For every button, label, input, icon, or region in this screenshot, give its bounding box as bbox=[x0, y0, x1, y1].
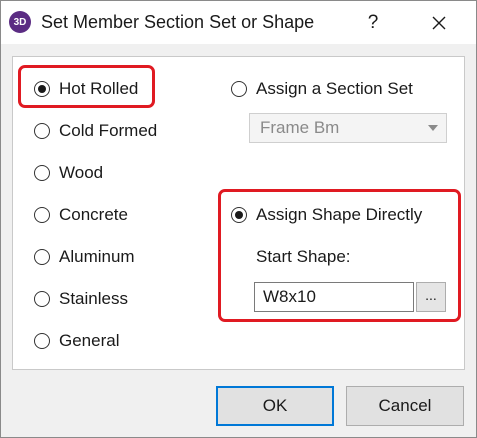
highlight-box-assign-shape bbox=[218, 189, 461, 322]
dialog-window: 3D Set Member Section Set or Shape ? Hot… bbox=[0, 0, 477, 438]
radio-indicator[interactable] bbox=[231, 81, 247, 97]
radio-assign-section-set[interactable]: Assign a Section Set bbox=[231, 79, 413, 99]
radio-aluminum[interactable]: Aluminum bbox=[34, 247, 135, 267]
help-button[interactable]: ? bbox=[358, 9, 388, 37]
close-icon bbox=[432, 16, 446, 30]
radio-indicator[interactable] bbox=[34, 291, 50, 307]
radio-indicator[interactable] bbox=[34, 165, 50, 181]
radio-indicator[interactable] bbox=[34, 333, 50, 349]
section-set-selected-value: Frame Bm bbox=[260, 118, 340, 137]
radio-general[interactable]: General bbox=[34, 331, 119, 351]
app-logo-icon: 3D bbox=[9, 11, 31, 33]
highlight-box-hot-rolled bbox=[18, 65, 155, 108]
radio-concrete[interactable]: Concrete bbox=[34, 205, 128, 225]
radio-wood[interactable]: Wood bbox=[34, 163, 103, 183]
radio-cold-formed[interactable]: Cold Formed bbox=[34, 121, 157, 141]
close-button[interactable] bbox=[422, 9, 456, 37]
dialog-title: Set Member Section Set or Shape bbox=[41, 12, 315, 32]
radio-label-concrete: Concrete bbox=[59, 205, 128, 224]
radio-label-wood: Wood bbox=[59, 163, 104, 182]
radio-indicator[interactable] bbox=[34, 207, 50, 223]
radio-indicator[interactable] bbox=[34, 249, 50, 265]
cancel-button[interactable]: Cancel bbox=[346, 386, 464, 426]
radio-label-stainless: Stainless bbox=[59, 289, 128, 308]
ok-button[interactable]: OK bbox=[216, 386, 334, 426]
radio-indicator[interactable] bbox=[34, 123, 50, 139]
title-bar[interactable]: 3D Set Member Section Set or Shape ? bbox=[1, 1, 476, 44]
radio-label-aluminum: Aluminum bbox=[59, 247, 135, 266]
chevron-down-icon bbox=[428, 125, 438, 131]
section-set-dropdown[interactable]: Frame Bm bbox=[249, 113, 447, 143]
radio-label-general: General bbox=[59, 331, 120, 350]
radio-stainless[interactable]: Stainless bbox=[34, 289, 128, 309]
radio-label-assign-section-set: Assign a Section Set bbox=[256, 79, 413, 98]
radio-label-cold-formed: Cold Formed bbox=[59, 121, 158, 140]
